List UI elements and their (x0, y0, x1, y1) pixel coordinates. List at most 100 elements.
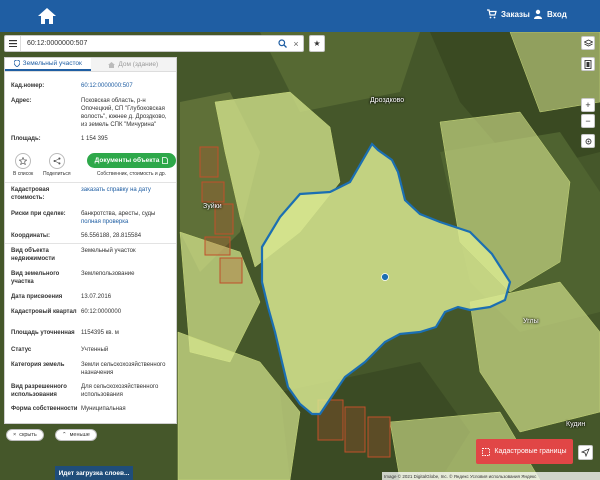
field-value: Земли сельскохозяйственного назначения (81, 362, 166, 376)
field-value: Для сельскохозяйственного использования (81, 384, 159, 398)
menu-icon[interactable] (5, 36, 21, 51)
cad-number-row: Кад.номер: 60:12:0000000:507 (11, 82, 173, 90)
document-icon (162, 157, 169, 164)
tab-land-label: Земельный участок (22, 60, 82, 67)
cadastral-borders-label: Кадастровые границы (494, 448, 567, 455)
field-value: Муниципальная (81, 406, 126, 412)
orders-button[interactable]: Заказы (487, 9, 530, 19)
map-label-kudin: Кудин (566, 421, 586, 428)
field-value: Землепользование (81, 271, 135, 277)
less-label: меньше (69, 432, 90, 438)
search-input[interactable] (21, 40, 275, 47)
field-row: Вид объекта недвижимости Земельный участ… (11, 247, 173, 263)
field-row: Площадь уточненная 1154395 кв. м (11, 329, 173, 337)
field-label: Вид разрешенного использования (11, 384, 67, 398)
field-label: Вид объекта недвижимости (11, 248, 55, 262)
field-label: Статус (11, 347, 32, 353)
field-row: Форма собственности Муниципальная (11, 405, 173, 413)
zoom-out-button[interactable]: − (581, 114, 595, 128)
house-icon (108, 61, 116, 68)
tab-house[interactable]: Дом (здание) (90, 58, 176, 71)
field-row: Категория земель Земли сельскохозяйствен… (11, 361, 173, 377)
clear-icon[interactable]: × (289, 36, 303, 51)
field-label: Кадастровый квартал (11, 309, 77, 315)
area-label: Площадь: (11, 136, 41, 142)
area-value: 1 154 395 (81, 136, 108, 142)
field-label: Категория земель (11, 362, 65, 368)
tab-land-plot[interactable]: Земельный участок (5, 58, 91, 71)
address-label: Адрес: (11, 98, 32, 104)
borders-icon (482, 447, 491, 456)
address-row: Адрес: Псковская область, р-н Опочецкий,… (11, 97, 173, 129)
map-label-zuyki: Зуйки (203, 203, 222, 210)
docs-subtitle: Собственник, стоимость и др. (96, 171, 167, 177)
field-row: Вид земельного участка Землепользование (11, 270, 173, 286)
share-button[interactable]: Поделиться (43, 153, 71, 177)
field-row: Вид разрешенного использования Для сельс… (11, 383, 173, 399)
field-value: Земельный участок (81, 248, 136, 254)
area-row: Площадь: 1 154 395 (11, 135, 173, 143)
login-button[interactable]: Вход (533, 9, 567, 19)
object-info-panel: Земельный участок Дом (здание) Кад.номер… (4, 57, 177, 424)
navigation-arrow-icon[interactable] (578, 445, 593, 460)
field-label: Вид земельного участка (11, 271, 60, 285)
docs-button-label: Документы объекта (94, 157, 160, 164)
risks-value: банкротства, аресты, суды полная проверк… (81, 210, 173, 226)
cad-cost-label: Кадастровая стоимость: (11, 187, 50, 201)
hide-panel-button[interactable]: × скрыть (6, 429, 44, 441)
cart-icon (487, 9, 497, 19)
coords-value: 56.556188, 28.815584 (81, 233, 142, 239)
coords-row: Координаты: 56.556188, 28.815584 (11, 232, 173, 240)
search-icon[interactable] (275, 36, 289, 51)
user-icon (534, 9, 542, 19)
top-bar: Заказы Вход (0, 0, 600, 32)
panel-tabs: Земельный участок Дом (здание) (5, 58, 176, 72)
cad-number-value[interactable]: 60:12:0000000:507 (81, 82, 173, 90)
login-label: Вход (547, 9, 567, 19)
full-check-link[interactable]: полная проверка (81, 218, 173, 226)
field-label: Форма собственности (11, 406, 78, 412)
field-label: Дата присвоения (11, 294, 63, 300)
close-icon: × (13, 432, 17, 438)
location-pin-icon (13, 60, 20, 67)
field-value: Учтенный (81, 347, 109, 353)
cad-cost-link[interactable]: заказать справку на дату (81, 186, 173, 202)
map-attribution: Image © 2021 DigitalGlobe, Inc. © Яндекс… (382, 472, 600, 480)
parcel-center-marker (381, 273, 389, 281)
orders-label: Заказы (501, 9, 530, 19)
layers-loading-status: Идет загрузка слоев... (55, 466, 133, 480)
layers-icon[interactable] (581, 36, 595, 50)
zoom-in-button[interactable]: + (581, 98, 595, 112)
share-label: Поделиться (43, 171, 71, 177)
map-label-ugly: Углы (523, 318, 539, 325)
divider (5, 182, 176, 183)
risks-row: Риски при сделке: банкротства, аресты, с… (11, 210, 173, 226)
field-row: Дата присвоения 13.07.2016 (11, 293, 173, 301)
bookmark-icon[interactable] (581, 57, 595, 71)
object-documents-button[interactable]: Документы объекта (87, 153, 176, 168)
divider (5, 243, 176, 244)
my-location-icon[interactable] (581, 134, 595, 148)
hide-label: скрыть (19, 432, 37, 438)
field-value: 13.07.2016 (81, 294, 112, 300)
cad-cost-row: Кадастровая стоимость: заказать справку … (11, 186, 173, 202)
field-value: 60:12:0000000 (81, 309, 122, 315)
address-value: Псковская область, р-н Опочецкий, СП "Гл… (81, 98, 167, 128)
coords-label: Координаты: (11, 233, 51, 239)
star-icon (15, 153, 32, 169)
add-to-list-button[interactable]: В список (13, 153, 33, 177)
add-to-list-label: В список (13, 171, 34, 177)
home-icon[interactable] (37, 7, 57, 25)
field-value: 1154395 кв. м (81, 330, 119, 336)
less-button[interactable]: ⌃ меньше (55, 429, 97, 441)
cad-number-label: Кад.номер: (11, 83, 45, 89)
chevron-up-icon: ⌃ (62, 432, 67, 438)
tab-house-label: Дом (здание) (118, 61, 159, 68)
share-icon (48, 153, 65, 169)
search-bar: × (4, 35, 304, 52)
cadastral-borders-button[interactable]: Кадастровые границы (476, 439, 573, 464)
favorite-star-icon[interactable]: ★ (309, 35, 325, 52)
field-row: Кадастровый квартал 60:12:0000000 (11, 308, 173, 316)
risks-label: Риски при сделке: (11, 211, 66, 217)
risks-text: банкротства, аресты, суды (81, 211, 156, 217)
